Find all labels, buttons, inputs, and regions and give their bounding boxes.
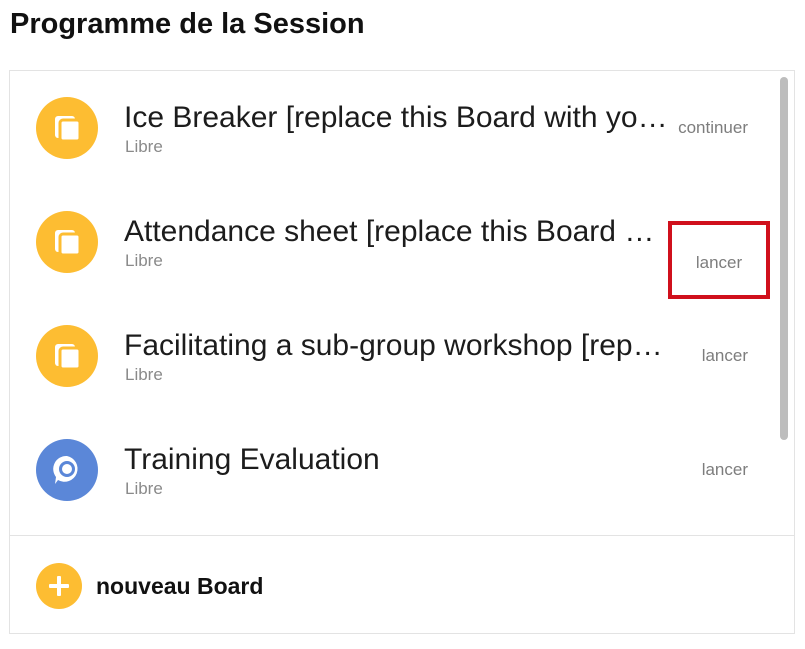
folder-icon <box>36 211 98 273</box>
chat-bubble-icon <box>36 439 98 501</box>
board-name: Attendance sheet [replace this Board wit… <box>124 215 669 248</box>
board-row[interactable]: Training Evaluation Libre lancer <box>10 413 780 527</box>
new-board-footer[interactable]: nouveau Board <box>10 535 794 635</box>
board-status: Libre <box>125 365 163 384</box>
board-row[interactable]: Facilitating a sub-group workshop [repla… <box>10 299 780 413</box>
board-name: Ice Breaker [replace this Board with you… <box>124 101 669 134</box>
board-row[interactable]: Attendance sheet [replace this Board wit… <box>10 185 780 299</box>
folder-icon <box>36 325 98 387</box>
board-row[interactable]: Ice Breaker [replace this Board with you… <box>10 71 780 185</box>
board-name: Training Evaluation <box>124 443 380 476</box>
plus-icon[interactable] <box>36 563 82 609</box>
board-name: Facilitating a sub-group workshop [repla… <box>124 329 669 362</box>
board-list-panel: Ice Breaker [replace this Board with you… <box>9 70 795 634</box>
continue-button[interactable]: continuer <box>678 71 748 185</box>
board-status: Libre <box>125 479 163 498</box>
folder-icon <box>36 97 98 159</box>
scrollbar[interactable] <box>780 77 788 440</box>
page-title: Programme de la Session <box>10 8 365 40</box>
new-board-label[interactable]: nouveau Board <box>96 573 263 600</box>
launch-button[interactable]: lancer <box>668 221 770 299</box>
launch-button[interactable]: lancer <box>702 299 748 413</box>
board-status: Libre <box>125 137 163 156</box>
launch-button[interactable]: lancer <box>702 413 748 527</box>
board-status: Libre <box>125 251 163 270</box>
